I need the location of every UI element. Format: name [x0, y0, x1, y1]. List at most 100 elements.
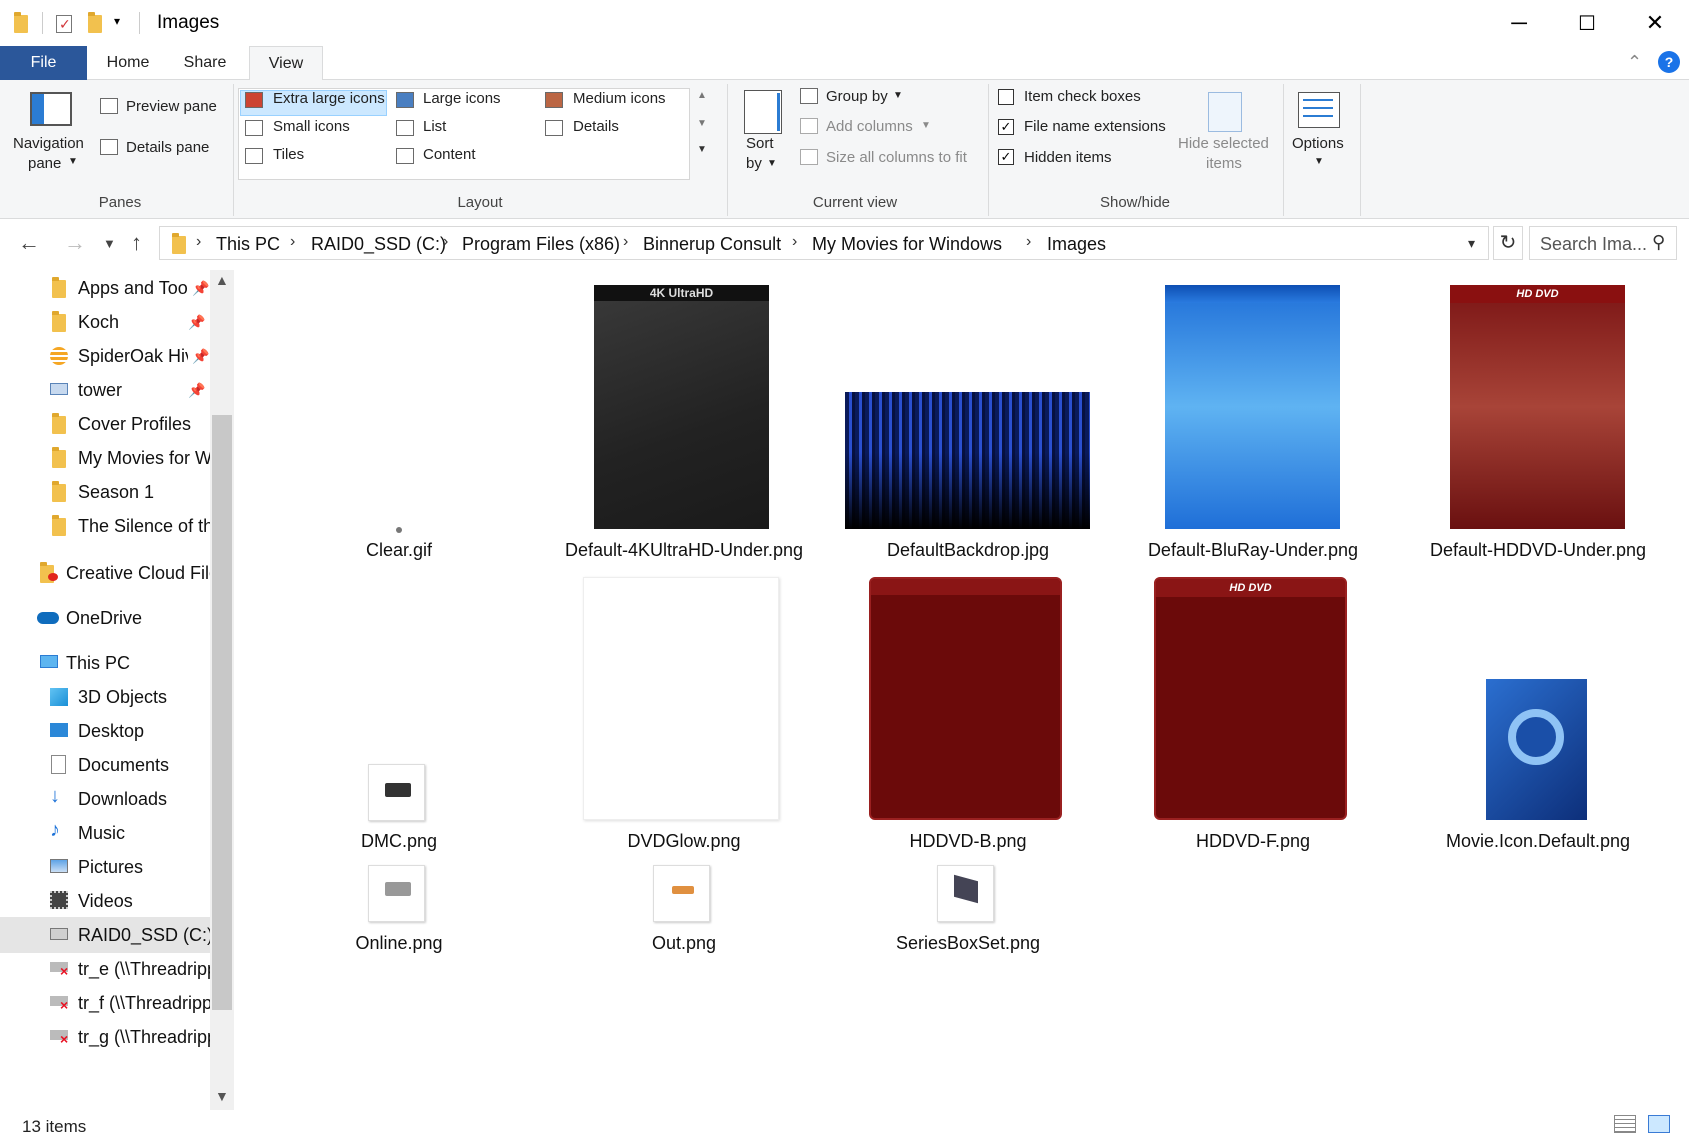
file-thumbnail-hddvd-under[interactable]: HD DVD	[1450, 285, 1625, 529]
sidebar-item-3d-objects[interactable]: 3D Objects	[0, 679, 210, 715]
breadcrumb-program-files[interactable]: Program Files (x86)	[462, 234, 620, 255]
sidebar-item-creative-cloud[interactable]: Creative Cloud Files	[0, 555, 210, 591]
gallery-scroll-down-icon[interactable]: ▼	[697, 118, 707, 129]
sidebar-item-spideroak[interactable]: SpiderOak Hive 📌	[0, 338, 210, 374]
back-arrow-icon[interactable]: ←	[18, 230, 40, 256]
preview-pane-button[interactable]: Preview pane	[126, 98, 217, 115]
options-icon[interactable]	[1298, 92, 1340, 128]
refresh-icon[interactable]: ↻	[1493, 226, 1523, 260]
sidebar-item-tr-f[interactable]: × tr_f (\\Threadripper)	[0, 985, 210, 1021]
layout-tiles[interactable]: Tiles	[273, 146, 304, 163]
group-by-button[interactable]: Group by	[826, 88, 888, 105]
size-columns-button[interactable]: Size all columns to fit	[826, 149, 967, 166]
file-thumbnail-clear[interactable]	[396, 527, 402, 533]
layout-medium-icons[interactable]: Medium icons	[573, 90, 666, 107]
file-name-default-backdrop[interactable]: DefaultBackdrop.jpg	[887, 540, 1049, 561]
hide-selected-button[interactable]: Hide selected	[1178, 135, 1269, 152]
sidebar-item-season-1[interactable]: Season 1	[0, 474, 210, 510]
breadcrumb-chevron-icon[interactable]: ›	[623, 233, 628, 251]
sidebar-item-desktop[interactable]: Desktop	[0, 713, 210, 749]
sidebar-item-tr-e[interactable]: × tr_e (\\Threadripper)	[0, 951, 210, 987]
file-thumbnail-hddvd-b[interactable]	[869, 577, 1062, 820]
scroll-up-icon[interactable]: ▲	[215, 272, 229, 288]
navigation-pane-icon[interactable]	[30, 92, 72, 126]
item-check-boxes-checkbox[interactable]	[998, 89, 1014, 105]
sort-by-label[interactable]: by	[746, 155, 762, 172]
sidebar-item-raid0-ssd[interactable]: RAID0_SSD (C:)	[0, 917, 210, 953]
sidebar-item-apps-and-tools[interactable]: Apps and Tools 📌	[0, 270, 210, 306]
sidebar-item-pictures[interactable]: Pictures	[0, 849, 210, 885]
layout-large-icons[interactable]: Large icons	[423, 90, 501, 107]
sort-by-icon[interactable]	[744, 90, 782, 134]
address-bar[interactable]: › This PC › RAID0_SSD (C:) › Program Fil…	[159, 226, 1489, 260]
file-thumbnail-default-backdrop[interactable]	[845, 392, 1090, 529]
layout-details[interactable]: Details	[573, 118, 619, 135]
search-icon[interactable]: ⚲	[1652, 232, 1665, 253]
gallery-more-icon[interactable]: ▼	[697, 144, 707, 155]
help-icon[interactable]: ?	[1658, 51, 1680, 73]
sidebar-item-cover-profiles[interactable]: Cover Profiles	[0, 406, 210, 442]
maximize-button[interactable]: ☐	[1554, 0, 1620, 46]
breadcrumb-this-pc[interactable]: This PC	[216, 234, 280, 255]
breadcrumb-raid0-ssd[interactable]: RAID0_SSD (C:)	[311, 234, 446, 255]
breadcrumb-chevron-icon[interactable]: ›	[792, 233, 797, 251]
close-button[interactable]: ✕	[1622, 0, 1688, 46]
up-arrow-icon[interactable]: ↑	[131, 230, 142, 256]
search-box[interactable]: Search Ima... ⚲	[1529, 226, 1677, 260]
file-thumbnail-bluray[interactable]	[1165, 285, 1340, 529]
sidebar-item-tower[interactable]: tower 📌	[0, 372, 210, 408]
properties-icon[interactable]: ✓	[56, 12, 74, 34]
sidebar-item-my-movies[interactable]: My Movies for Windows	[0, 440, 210, 476]
minimize-ribbon-icon[interactable]: ⌃	[1627, 52, 1642, 73]
file-name-extensions-label[interactable]: File name extensions	[1024, 118, 1166, 135]
navigation-pane-button[interactable]: Navigation	[13, 135, 84, 152]
file-thumbnail-online[interactable]	[368, 865, 425, 922]
recent-locations-icon[interactable]: ▼	[103, 236, 116, 251]
hidden-items-label[interactable]: Hidden items	[1024, 149, 1112, 166]
add-columns-button[interactable]: Add columns	[826, 118, 913, 135]
file-name-hddvd-b[interactable]: HDDVD-B.png	[909, 831, 1026, 852]
new-folder-icon[interactable]	[88, 12, 106, 34]
sidebar-scrollbar-thumb[interactable]	[212, 415, 232, 1010]
breadcrumb-chevron-icon[interactable]: ›	[290, 233, 295, 251]
file-name-online[interactable]: Online.png	[355, 933, 442, 954]
layout-extra-large-icons[interactable]: Extra large icons	[273, 90, 385, 107]
tab-home[interactable]: Home	[95, 46, 161, 80]
tab-share[interactable]: Share	[170, 46, 240, 80]
forward-arrow-icon[interactable]: →	[64, 230, 86, 256]
sidebar-item-koch[interactable]: Koch 📌	[0, 304, 210, 340]
minimize-button[interactable]: ─	[1486, 0, 1552, 46]
breadcrumb-binnerup-consult[interactable]: Binnerup Consult	[643, 234, 781, 255]
file-thumbnail-out[interactable]	[653, 865, 710, 922]
file-thumbnail-dmc[interactable]	[368, 764, 425, 821]
layout-content[interactable]: Content	[423, 146, 476, 163]
tab-view[interactable]: View	[249, 46, 323, 81]
file-name-movie-icon[interactable]: Movie.Icon.Default.png	[1446, 831, 1630, 852]
details-view-icon[interactable]	[1614, 1115, 1636, 1133]
navigation-pane-label[interactable]: pane	[28, 155, 61, 172]
gallery-scroll-up-icon[interactable]: ▲	[697, 90, 707, 101]
options-button[interactable]: Options	[1292, 135, 1344, 152]
breadcrumb-my-movies[interactable]: My Movies for Windows	[812, 234, 1002, 255]
item-check-boxes-label[interactable]: Item check boxes	[1024, 88, 1141, 105]
large-icons-view-icon[interactable]	[1648, 1115, 1670, 1133]
search-input[interactable]: Search Ima...	[1540, 234, 1647, 255]
address-history-icon[interactable]: ▾	[1468, 235, 1475, 252]
file-name-hddvd-under[interactable]: Default-HDDVD-Under.png	[1430, 540, 1646, 561]
sidebar-item-silence-of-the-lambs[interactable]: The Silence of the Lambs	[0, 508, 210, 544]
customize-quick-access-icon[interactable]: ▾	[114, 14, 132, 36]
sidebar-item-downloads[interactable]: ↓ Downloads	[0, 781, 210, 817]
file-thumbnail-4k-ultrahd[interactable]: 4K UltraHD	[594, 285, 769, 529]
file-thumbnail-dvdglow[interactable]	[583, 577, 779, 820]
sidebar-item-onedrive[interactable]: OneDrive	[0, 600, 210, 636]
sort-by-button[interactable]: Sort	[746, 135, 774, 152]
hide-selected-label[interactable]: items	[1206, 155, 1242, 172]
file-name-hddvd-f[interactable]: HDDVD-F.png	[1196, 831, 1310, 852]
file-name-bluray[interactable]: Default-BluRay-Under.png	[1148, 540, 1358, 561]
sidebar-item-documents[interactable]: Documents	[0, 747, 210, 783]
file-name-clear-gif[interactable]: Clear.gif	[366, 540, 432, 561]
sidebar-item-music[interactable]: ♪ Music	[0, 815, 210, 851]
details-pane-button[interactable]: Details pane	[126, 139, 209, 156]
breadcrumb-chevron-icon[interactable]: ›	[196, 233, 201, 251]
layout-small-icons[interactable]: Small icons	[273, 118, 350, 135]
